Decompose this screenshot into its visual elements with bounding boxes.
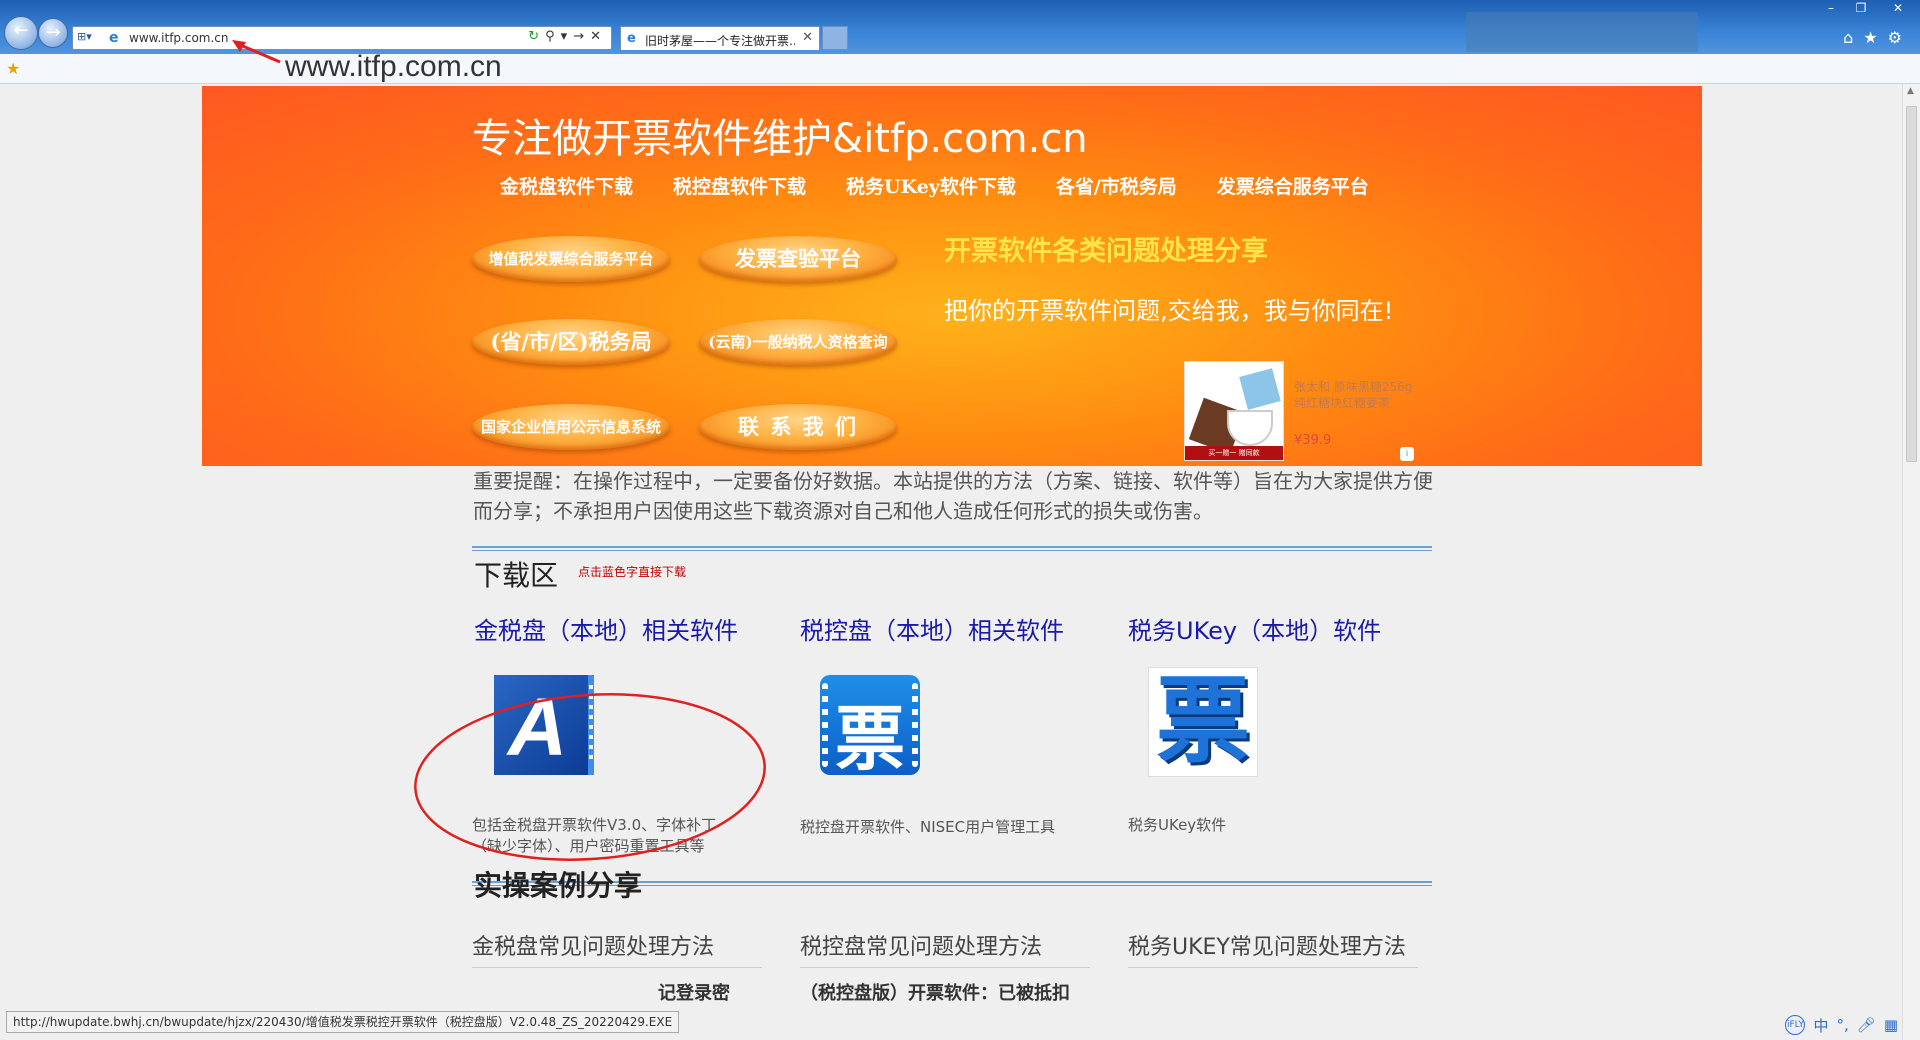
- ime-punct-icon[interactable]: °,: [1836, 1016, 1848, 1034]
- category-ukey-desc: 税务UKey软件: [1128, 816, 1227, 834]
- piao-large-icon[interactable]: 票: [1148, 667, 1258, 777]
- nav-jinshuipan[interactable]: 金税盘软件下载: [500, 169, 633, 205]
- scrollbar-thumb[interactable]: [1906, 106, 1917, 462]
- pill-credit-system[interactable]: 国家企业信用公示信息系统: [472, 404, 670, 450]
- browser-titlebar: ← → ⊞▾ e www.itfp.com.cn ↻⚲▾→✕ e 旧时茅屋——个…: [0, 0, 1920, 54]
- case-col-shuikongpan[interactable]: 税控盘常见问题处理方法: [800, 929, 1090, 968]
- download-hint: 点击蓝色字直接下载: [578, 565, 687, 579]
- pill-invoice-check[interactable]: 发票查验平台: [699, 236, 897, 282]
- piao-blue-icon[interactable]: 票: [820, 675, 920, 780]
- home-icon[interactable]: ⌂: [1843, 28, 1863, 47]
- address-bar[interactable]: ⊞▾ e www.itfp.com.cn ↻⚲▾→✕: [72, 26, 612, 50]
- ime-toolbar: iFLY 中 °, 🎤︎ ▦: [1785, 1012, 1898, 1038]
- refresh-icon[interactable]: ↻: [528, 29, 545, 44]
- nav-ukey[interactable]: 税务UKey软件下载: [846, 169, 1016, 205]
- pill-vat-platform[interactable]: 增值税发票综合服务平台: [472, 236, 670, 282]
- ad-widget[interactable]: 买一赠一 赠同款 张太和 原味黑糖256g 纯红糖块红糖姜茶 ¥39.9 i: [1184, 361, 1414, 461]
- ie-page-icon: e: [109, 30, 119, 46]
- ad-description[interactable]: 张太和 原味黑糖256g 纯红糖块红糖姜茶: [1294, 379, 1414, 411]
- ad-image-caption: 买一赠一 赠同款: [1185, 446, 1283, 460]
- back-button[interactable]: ←: [4, 16, 38, 50]
- annotation-url-label: www.itfp.com.cn: [285, 50, 502, 83]
- site-title: 专注做开票软件维护&itfp.com.cn: [472, 116, 1088, 162]
- divider: [472, 546, 1432, 551]
- microphone-icon[interactable]: 🎤︎: [1857, 1016, 1876, 1034]
- share-title: 开票软件各类问题处理分享: [944, 236, 1268, 267]
- top-nav: 金税盘软件下载 税控盘软件下载 税务UKey软件下载 各省/市税务局 发票综合服…: [472, 169, 1432, 205]
- download-section-title: 下载区: [474, 559, 559, 592]
- gear-icon[interactable]: ⚙: [1888, 28, 1912, 47]
- case-col-jinshuipan[interactable]: 金税盘常见问题处理方法: [472, 929, 762, 968]
- stop-icon[interactable]: ✕: [590, 29, 607, 44]
- ime-grid-icon[interactable]: ▦: [1884, 1016, 1898, 1034]
- category-shuikongpan-desc: 税控盘开票软件、NISEC用户管理工具: [800, 818, 1056, 836]
- nav-tax-bureau[interactable]: 各省/市税务局: [1056, 169, 1177, 205]
- pill-contact-us[interactable]: 联 系 我 们: [699, 404, 897, 450]
- ifly-icon[interactable]: iFLY: [1785, 1015, 1806, 1035]
- case-item-link[interactable]: （税控盘版）开票软件：已被抵扣: [800, 979, 1070, 1005]
- favorites-star-icon[interactable]: ★: [1863, 28, 1887, 47]
- new-tab-button[interactable]: [822, 26, 848, 50]
- pill-tax-bureau[interactable]: (省/市/区)税务局: [472, 319, 670, 365]
- nav-shuikongpan[interactable]: 税控盘软件下载: [673, 169, 806, 205]
- site-banner: 专注做开票软件维护&itfp.com.cn 金税盘软件下载 税控盘软件下载 税务…: [202, 86, 1702, 466]
- vertical-scrollbar[interactable]: ▲: [1902, 84, 1920, 1040]
- restore-button[interactable]: ❐: [1846, 0, 1876, 18]
- forward-button[interactable]: →: [38, 18, 68, 48]
- tab-current[interactable]: e 旧时茅屋——个专注做开票... ✕: [620, 26, 820, 50]
- status-bar-url: http://hwupdate.bwhj.cn/bwupdate/hjzx/22…: [6, 1011, 680, 1033]
- ad-price: ¥39.9: [1294, 433, 1332, 448]
- close-window-button[interactable]: ✕: [1876, 0, 1920, 18]
- pill-taxpayer-query[interactable]: (云南)一般纳税人资格查询: [699, 319, 897, 365]
- case-col-ukey[interactable]: 税务UKEY常见问题处理方法: [1128, 929, 1418, 968]
- category-ukey-link[interactable]: 税务UKey（本地）软件: [1128, 611, 1381, 646]
- url-text[interactable]: www.itfp.com.cn: [129, 31, 229, 45]
- ad-image[interactable]: 买一赠一 赠同款: [1184, 361, 1284, 461]
- minimize-button[interactable]: –: [1816, 0, 1846, 18]
- ime-mode-label[interactable]: 中: [1813, 1015, 1828, 1036]
- cases-section-title: 实操案例分享: [474, 869, 643, 902]
- blurred-notification: [1466, 12, 1698, 52]
- ie-tab-icon: e: [627, 31, 636, 46]
- close-tab-icon[interactable]: ✕: [802, 30, 813, 45]
- ad-badge-icon[interactable]: i: [1400, 447, 1414, 461]
- add-favorite-icon[interactable]: ★: [6, 59, 20, 78]
- category-shuikongpan-link[interactable]: 税控盘（本地）相关软件: [800, 611, 1064, 646]
- page-content: 专注做开票软件维护&itfp.com.cn 金税盘软件下载 税控盘软件下载 税务…: [0, 84, 1902, 1040]
- tab-title: 旧时茅屋——个专注做开票...: [645, 34, 795, 48]
- scroll-up-icon[interactable]: ▲: [1907, 86, 1914, 96]
- category-jinshuipan-link[interactable]: 金税盘（本地）相关软件: [474, 611, 738, 646]
- annotation-ellipse: [414, 693, 766, 861]
- nav-invoice-platform[interactable]: 发票综合服务平台: [1217, 169, 1369, 205]
- share-slogan: 把你的开票软件问题,交给我，我与你同在!: [944, 297, 1394, 325]
- important-notice: 重要提醒：在操作过程中，一定要备份好数据。本站提供的方法（方案、链接、软件等）旨…: [473, 469, 1433, 523]
- compat-view-icon[interactable]: ⊞▾: [77, 30, 105, 46]
- annotation-arrow: [232, 40, 281, 64]
- case-item-link[interactable]: 记登录密: [658, 979, 730, 1005]
- search-icon[interactable]: ⚲▾: [545, 29, 573, 44]
- go-icon[interactable]: →: [573, 29, 590, 44]
